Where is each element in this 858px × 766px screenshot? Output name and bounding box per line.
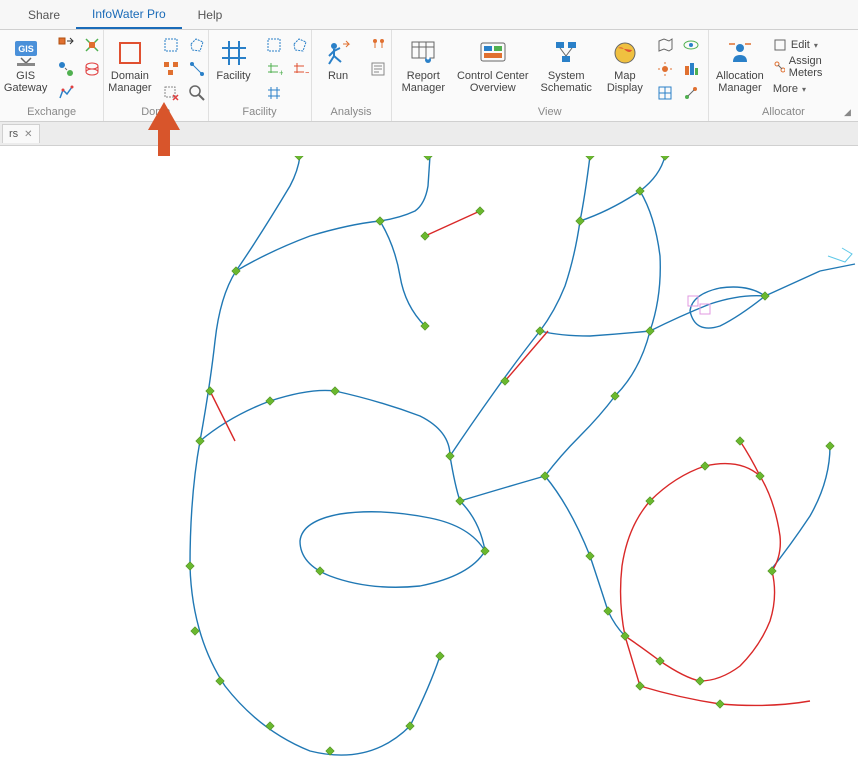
exchange-tool-3-icon[interactable] — [55, 82, 77, 104]
dialog-launcher-icon[interactable]: ◢ — [844, 107, 856, 119]
facility-remove-grid-icon[interactable]: − — [289, 58, 311, 80]
view-tool-4-icon[interactable] — [680, 34, 702, 56]
exchange-tool-5-icon[interactable] — [81, 58, 103, 80]
group-label-exchange: Exchange — [6, 104, 97, 119]
network-map-canvas[interactable] — [0, 156, 858, 758]
group-exchange: GIS GIS Gateway Exchange — [0, 30, 104, 121]
allocation-manager-icon — [725, 36, 755, 70]
map-display-button[interactable]: Map Display — [600, 34, 650, 96]
chevron-down-icon: ▾ — [802, 85, 806, 94]
close-icon[interactable]: ✕ — [24, 129, 32, 140]
group-view: Report Manager Control Center Overview S… — [392, 30, 709, 121]
view-tool-5-icon[interactable] — [680, 58, 702, 80]
more-dropdown[interactable]: More ▾ — [769, 78, 852, 100]
group-domain: Domain Manager Doma — [104, 30, 208, 121]
run-icon — [323, 36, 353, 70]
domain-select-rect-icon[interactable] — [160, 34, 182, 56]
assign-meters-button[interactable]: Assign Meters — [769, 56, 852, 78]
group-label-domain: Doma — [110, 104, 201, 119]
tab-share[interactable]: Share — [12, 2, 76, 28]
group-label-allocator: Allocator — [715, 104, 852, 119]
facility-add-grid-icon[interactable]: + — [263, 58, 285, 80]
domain-zoom-icon[interactable] — [186, 82, 208, 104]
gis-gateway-button[interactable]: GIS GIS Gateway — [0, 34, 51, 96]
document-tab-strip: rs ✕ — [0, 122, 858, 146]
meters-icon — [773, 60, 785, 74]
exchange-tool-4-icon[interactable] — [81, 34, 103, 56]
system-schematic-button[interactable]: System Schematic — [537, 34, 596, 96]
facility-select-poly-icon[interactable] — [289, 34, 311, 56]
group-label-view: View — [398, 104, 702, 119]
view-tool-1-icon[interactable] — [654, 34, 676, 56]
view-tool-2-icon[interactable] — [654, 58, 676, 80]
gis-gateway-icon: GIS — [11, 36, 41, 70]
control-center-icon — [478, 36, 508, 70]
domain-manager-button[interactable]: Domain Manager — [104, 34, 155, 96]
group-facility: Facility + − Facility — [209, 30, 312, 121]
domain-nodes-icon[interactable] — [160, 58, 182, 80]
group-allocator: Allocation Manager Edit ▾ Assign Meters … — [709, 30, 858, 121]
map-display-icon — [610, 36, 640, 70]
facility-select-rect-icon[interactable] — [263, 34, 285, 56]
document-tab[interactable]: rs ✕ — [2, 124, 40, 143]
report-manager-button[interactable]: Report Manager — [398, 34, 449, 96]
report-manager-icon — [408, 36, 438, 70]
edit-icon — [773, 38, 787, 52]
exchange-tool-2-icon[interactable] — [55, 58, 77, 80]
facility-grid-icon[interactable] — [263, 82, 285, 104]
analysis-batch-run-icon[interactable] — [367, 34, 389, 56]
tab-help[interactable]: Help — [182, 2, 239, 28]
group-label-analysis: Analysis — [318, 104, 385, 119]
allocation-manager-button[interactable]: Allocation Manager — [715, 34, 765, 96]
view-tool-3-icon[interactable] — [654, 82, 676, 104]
domain-select-poly-icon[interactable] — [186, 34, 208, 56]
view-tool-6-icon[interactable] — [680, 82, 702, 104]
svg-text:−: − — [305, 68, 309, 78]
chevron-down-icon: ▾ — [814, 41, 818, 50]
domain-links-icon[interactable] — [186, 58, 208, 80]
facility-button[interactable]: Facility — [209, 34, 259, 84]
facility-icon — [219, 36, 249, 70]
edit-dropdown[interactable]: Edit ▾ — [769, 34, 852, 56]
ribbon-tabs: Share InfoWater Pro Help — [0, 0, 858, 30]
analysis-report-icon[interactable] — [367, 58, 389, 80]
svg-text:+: + — [279, 68, 283, 78]
domain-manager-icon — [115, 36, 145, 70]
system-schematic-icon — [551, 36, 581, 70]
domain-clear-icon[interactable] — [160, 82, 182, 104]
svg-text:GIS: GIS — [18, 44, 34, 54]
exchange-tool-1-icon[interactable] — [55, 34, 77, 56]
run-button[interactable]: Run — [313, 34, 363, 84]
ribbon-body: GIS GIS Gateway Exchange Domain Man — [0, 30, 858, 122]
control-center-overview-button[interactable]: Control Center Overview — [453, 34, 533, 96]
group-analysis: Run Analysis — [312, 30, 392, 121]
group-label-facility: Facility — [215, 104, 305, 119]
tab-infowater-pro[interactable]: InfoWater Pro — [76, 1, 182, 29]
